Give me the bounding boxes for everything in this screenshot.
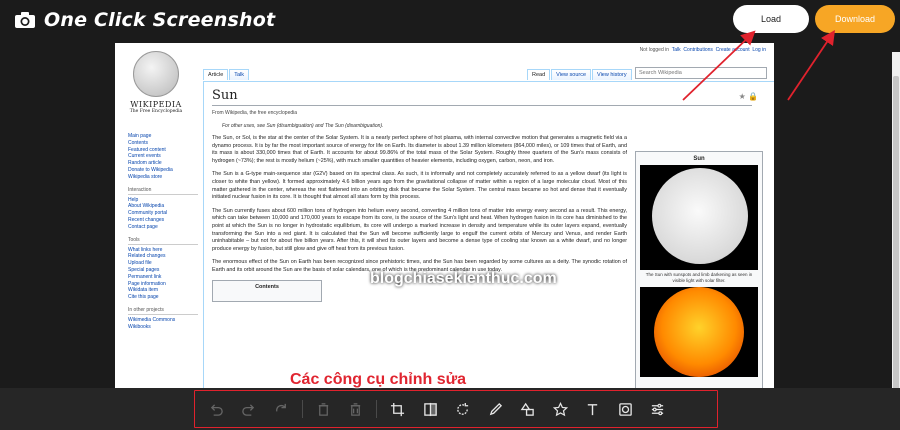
- app-window: One Click Screenshot Load Download WIKIP…: [0, 0, 900, 430]
- arrow-to-download: [787, 30, 836, 101]
- annotation-arrows: [682, 30, 836, 101]
- arrow-to-load: [682, 30, 756, 101]
